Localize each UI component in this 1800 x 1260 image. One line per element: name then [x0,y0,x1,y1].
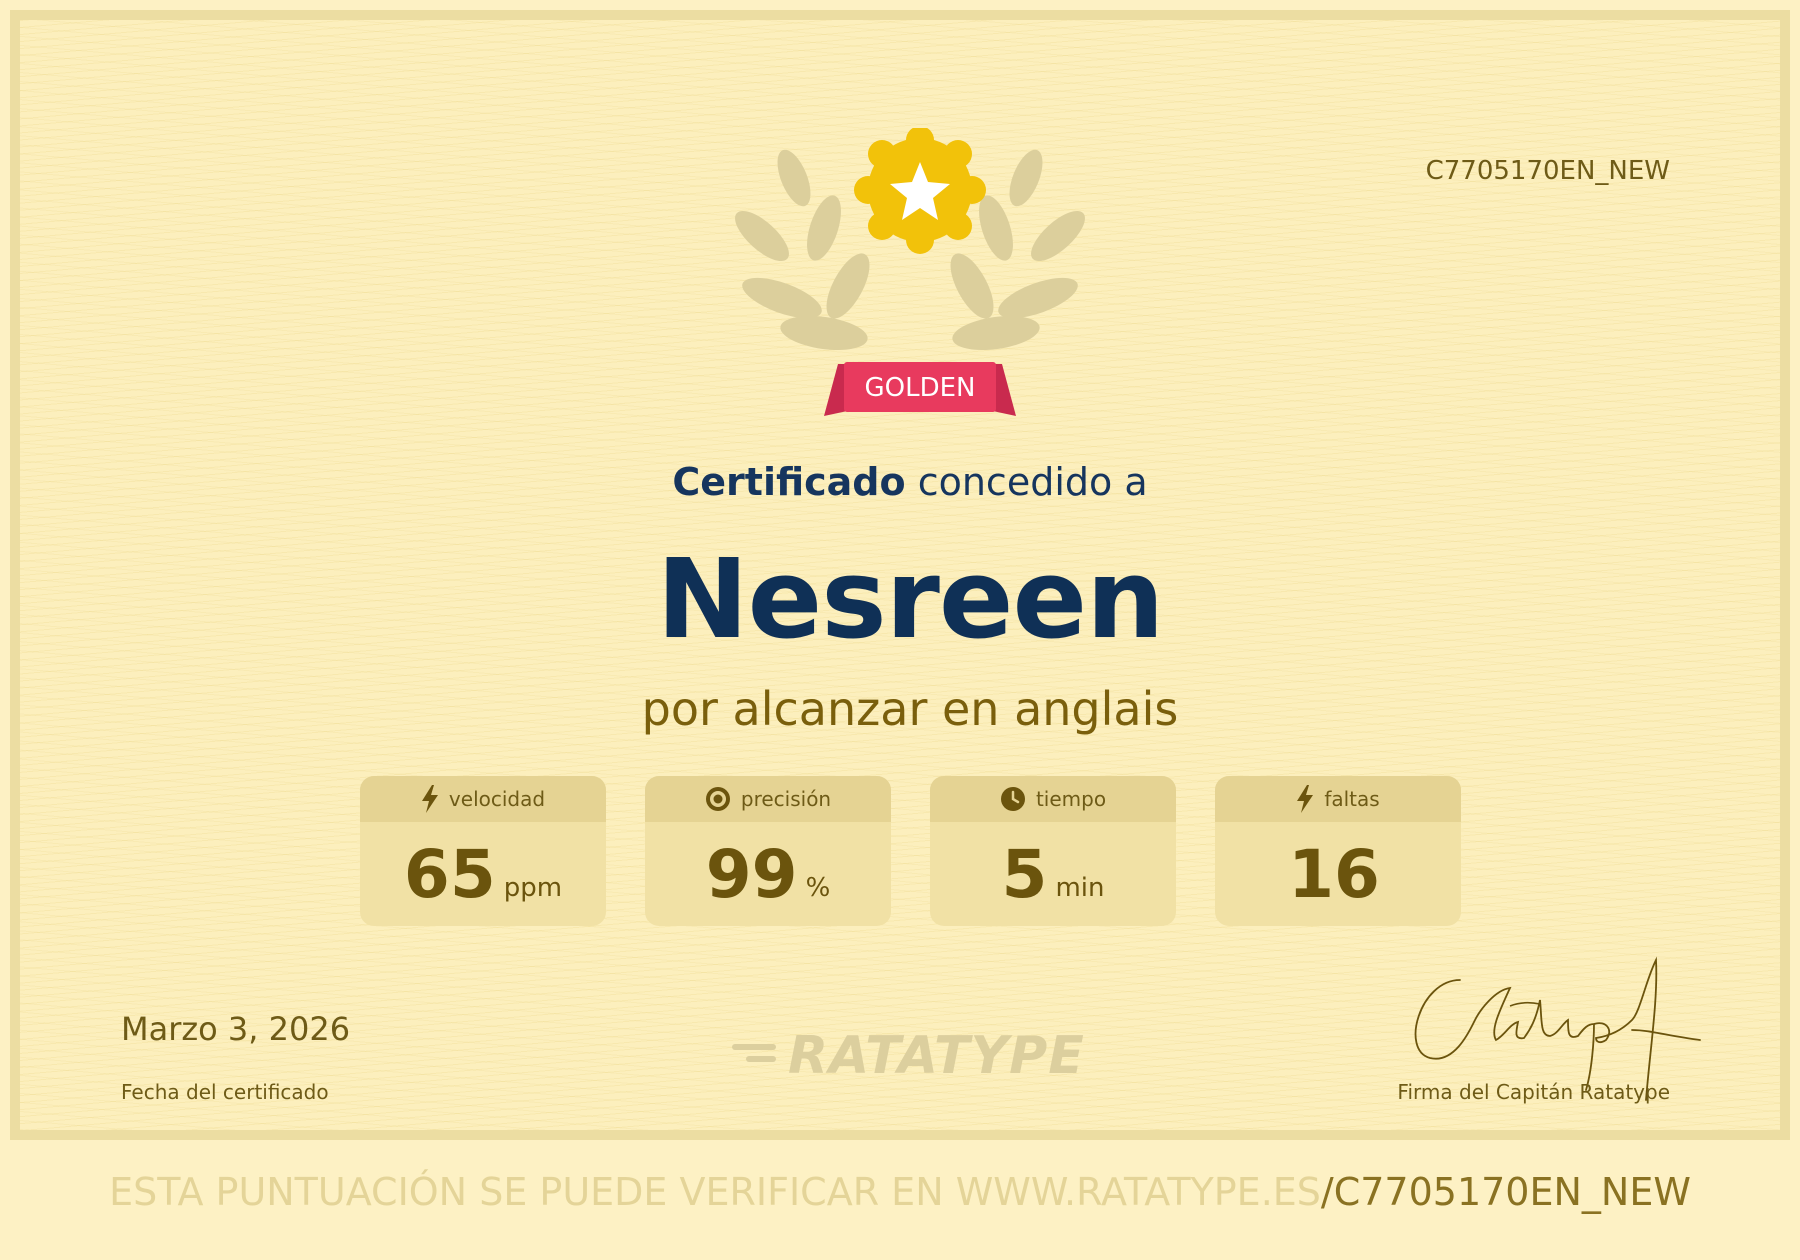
stat-card-speed: velocidad 65 ppm [360,776,606,926]
stat-header: faltas [1215,776,1461,822]
golden-ribbon: GOLDEN [824,362,1016,416]
stat-body: 99 % [645,822,891,926]
stat-header: precisión [645,776,891,822]
stat-value: 16 [1288,835,1380,913]
bolt-icon [1297,785,1314,813]
stat-value: 65 [403,835,496,913]
stat-body: 16 [1215,822,1461,926]
certificate-code: C7705170EN_NEW [1425,156,1670,186]
ratatype-logo: RATATYPE [788,1026,1085,1086]
stat-header: velocidad [360,776,606,822]
ratatype-logo-mark [732,1044,776,1062]
stat-card-accuracy: precisión 99 % [645,776,891,926]
certificate-subtitle: por alcanzar en anglais [641,682,1179,736]
laurel-left-icon [735,149,870,350]
target-icon [705,787,730,811]
stat-value: 5 [1001,835,1048,913]
clock-icon [1000,787,1025,811]
certificate-date: Marzo 3, 2026 [121,1010,351,1048]
badge-label: GOLDEN [865,373,976,403]
golden-award-emblem: GOLDEN [735,128,1085,416]
heading-rest: concedido a [917,460,1148,504]
verification-text: ESTA PUNTUACIÓN SE PUEDE VERIFICAR EN WW… [109,1170,1321,1214]
stat-unit: % [805,873,831,903]
stat-card-errors: faltas 16 [1215,776,1461,926]
certificate: C7705170EN_NEW GOLDEN Certificado conced… [10,10,1790,1140]
stat-label: tiempo [1035,787,1107,811]
verification-code[interactable]: /C7705170EN_NEW [1321,1170,1691,1214]
stat-value: 99 [705,835,798,913]
stat-header: tiempo [930,776,1176,822]
stat-body: 65 ppm [360,822,606,926]
heading-strong: Certificado [672,460,906,504]
stat-label: faltas [1324,787,1380,811]
bolt-icon [421,785,438,813]
stat-unit: min [1055,873,1105,903]
stat-label: velocidad [448,787,546,811]
certificate-heading: Certificado concedido a [20,460,1800,504]
certificate-date-label: Fecha del certificado [121,1080,329,1104]
recipient-name: Nesreen [656,535,1165,663]
signature-label: Firma del Capitán Ratatype [1397,1080,1670,1104]
verification-line: ESTA PUNTUACIÓN SE PUEDE VERIFICAR EN WW… [0,1170,1800,1214]
stat-label: precisión [740,787,832,811]
gold-star-badge-icon [854,128,986,254]
stat-body: 5 min [930,822,1176,926]
stat-card-time: tiempo 5 min [930,776,1176,926]
stat-unit: ppm [503,873,563,903]
